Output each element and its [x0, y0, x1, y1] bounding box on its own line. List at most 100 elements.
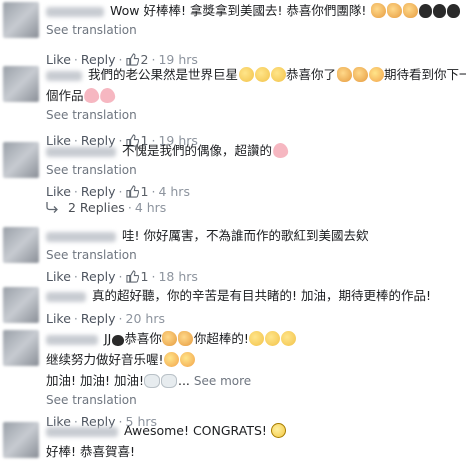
comment-text: 加油! 加油! 加油!	[46, 373, 144, 388]
crying-face-icon	[238, 67, 254, 82]
commenter-name[interactable]	[46, 70, 82, 81]
crying-face-icon	[254, 67, 270, 82]
commenter-name[interactable]	[46, 6, 104, 17]
commenter-name[interactable]	[46, 231, 116, 242]
clapping-hands-icon	[178, 331, 194, 346]
comment-actions: Like · Reply · 20 hrs	[46, 308, 462, 330]
commenter-name[interactable]	[46, 146, 116, 157]
comment-text: 继续努力做好音乐喔!	[46, 352, 164, 367]
comment-text: 哇! 你好厲害，不為誰而作的歌紅到美國去欸	[121, 228, 369, 243]
see-translation-link[interactable]: See translation	[46, 391, 462, 409]
clapping-hands-icon	[370, 3, 386, 18]
crying-face-icon	[281, 331, 297, 346]
comment-text: 不愧是我們的偶像，超讚的	[121, 143, 272, 158]
separator: ·	[127, 200, 132, 215]
flexed-biceps-icon	[161, 374, 178, 388]
clapping-hands-icon	[352, 67, 368, 82]
comment-text: 真的超好聽，你的辛苦是有目共睹的! 加油，期待更棒的作品!	[91, 288, 431, 303]
heart-eyes-icon	[368, 67, 384, 82]
commenter-name[interactable]	[46, 334, 98, 345]
crying-face-icon	[270, 67, 286, 82]
commenter-name[interactable]	[46, 426, 118, 437]
comment-text-line: 好棒! 恭喜賀喜!	[46, 441, 462, 461]
avatar[interactable]	[3, 142, 39, 178]
comment-text: 好棒! 恭喜賀喜!	[46, 444, 135, 459]
see-translation-link[interactable]: See translation	[46, 246, 462, 264]
separator: ·	[73, 311, 78, 326]
clapping-hands-icon	[402, 3, 418, 18]
see-translation-link[interactable]: See translation	[46, 21, 462, 39]
reply-arrow-icon	[46, 202, 58, 213]
view-replies-link[interactable]: 2 Replies · 4 hrs	[46, 198, 166, 218]
comment-text-line: 哇! 你好厲害，不為誰而作的歌紅到美國去欸	[46, 225, 462, 246]
avatar[interactable]	[3, 330, 39, 366]
heart-eyes-icon	[164, 352, 180, 367]
like-link[interactable]: Like	[46, 311, 71, 326]
avatar[interactable]	[3, 66, 39, 102]
replies-count[interactable]: 2 Replies	[68, 200, 125, 215]
thumbs-up-icon	[125, 185, 139, 198]
comment-text-line: 我們的老公果然是世界巨星 恭喜你了 期待看到你下一	[46, 64, 466, 85]
thumbs-up-icon	[125, 270, 139, 283]
separator: ·	[73, 269, 78, 284]
comment-1: Wow 好棒棒! 拿獎拿到美國去! 恭喜你們團隊! See translatio…	[0, 0, 466, 67]
heart-icon	[83, 87, 100, 104]
timestamp[interactable]: 20 hrs	[126, 311, 165, 326]
thumbs-hand-icon	[446, 4, 460, 18]
comment-text: 你超棒的!	[193, 331, 249, 346]
comment-text-line: 不愧是我們的偶像，超讚的	[46, 140, 462, 161]
timestamp[interactable]: 4 hrs	[135, 200, 167, 215]
timestamp[interactable]: 4 hrs	[158, 184, 190, 199]
comment-text: Awesome! CONGRATS!	[123, 423, 267, 438]
avatar[interactable]	[3, 2, 39, 38]
avatar[interactable]	[3, 227, 39, 263]
see-translation-link[interactable]: See translation	[46, 106, 462, 124]
separator: ·	[118, 269, 123, 284]
comment-text: 個作品	[46, 88, 84, 103]
commenter-name-tail[interactable]: JJ	[104, 331, 111, 346]
comment-text: 恭喜你	[124, 331, 162, 346]
separator: ·	[151, 269, 156, 284]
crying-face-icon	[265, 331, 281, 346]
comment-text-line: 個作品	[46, 85, 462, 106]
like-link[interactable]: Like	[46, 184, 71, 199]
comment-2: 我們的老公果然是世界巨星 恭喜你了 期待看到你下一 個作品 See translat…	[0, 60, 466, 148]
comment-4: 哇! 你好厲害，不為誰而作的歌紅到美國去欸 See translation Li…	[0, 225, 466, 285]
reply-link[interactable]: Reply	[81, 269, 116, 284]
clapping-hands-icon	[162, 331, 178, 346]
comment-text-line: 加油! 加油! 加油!... See more	[46, 370, 462, 391]
comment-text-line: Wow 好棒棒! 拿獎拿到美國去! 恭喜你們團隊!	[46, 0, 462, 21]
separator: ·	[118, 184, 123, 199]
comment-text-line: 真的超好聽，你的辛苦是有目共睹的! 加油，期待更棒的作品!	[46, 285, 462, 306]
heart-eyes-icon	[180, 352, 196, 367]
crying-face-icon	[249, 331, 265, 346]
comment-text-line: 继续努力做好音乐喔!	[46, 349, 462, 370]
clapping-hands-icon	[386, 3, 402, 18]
see-translation-link[interactable]: See translation	[46, 161, 462, 179]
like-link[interactable]: Like	[46, 269, 71, 284]
separator: ·	[118, 311, 123, 326]
separator: ·	[73, 184, 78, 199]
thumbs-hand-icon	[432, 4, 446, 18]
comment-text: 期待看到你下一	[384, 67, 466, 82]
comment-3: 不愧是我們的偶像，超讚的 See translation Like · Reply ·…	[0, 140, 466, 220]
smiling-face-icon	[271, 423, 287, 438]
comment-6: JJ 恭喜你 你超棒的! 继续努力做好音乐喔! 加油! 加油! 加油!... See…	[0, 328, 466, 429]
heart-hand-icon	[111, 335, 124, 346]
reply-link[interactable]: Reply	[81, 311, 116, 326]
clapping-hands-icon	[336, 67, 352, 82]
reply-link[interactable]: Reply	[81, 184, 116, 199]
comment-7: Awesome! CONGRATS! 好棒! 恭喜賀喜!	[0, 420, 466, 461]
see-more-link[interactable]: See more	[194, 374, 251, 388]
avatar[interactable]	[3, 287, 39, 323]
comment-feed: Wow 好棒棒! 拿獎拿到美國去! 恭喜你們團隊! See translatio…	[0, 0, 466, 461]
comment-text-line: Awesome! CONGRATS!	[46, 420, 462, 441]
comment-text: 恭喜你了	[286, 67, 337, 82]
comment-text: 我們的老公果然是世界巨星	[87, 67, 238, 82]
timestamp[interactable]: 18 hrs	[158, 269, 197, 284]
comment-5: 真的超好聽，你的辛苦是有目共睹的! 加油，期待更棒的作品! Like · Reply…	[0, 285, 466, 326]
avatar[interactable]	[3, 422, 39, 458]
comment-text-line: JJ 恭喜你 你超棒的!	[46, 328, 462, 349]
commenter-name[interactable]	[46, 291, 86, 302]
ellipsis: ...	[177, 373, 190, 388]
